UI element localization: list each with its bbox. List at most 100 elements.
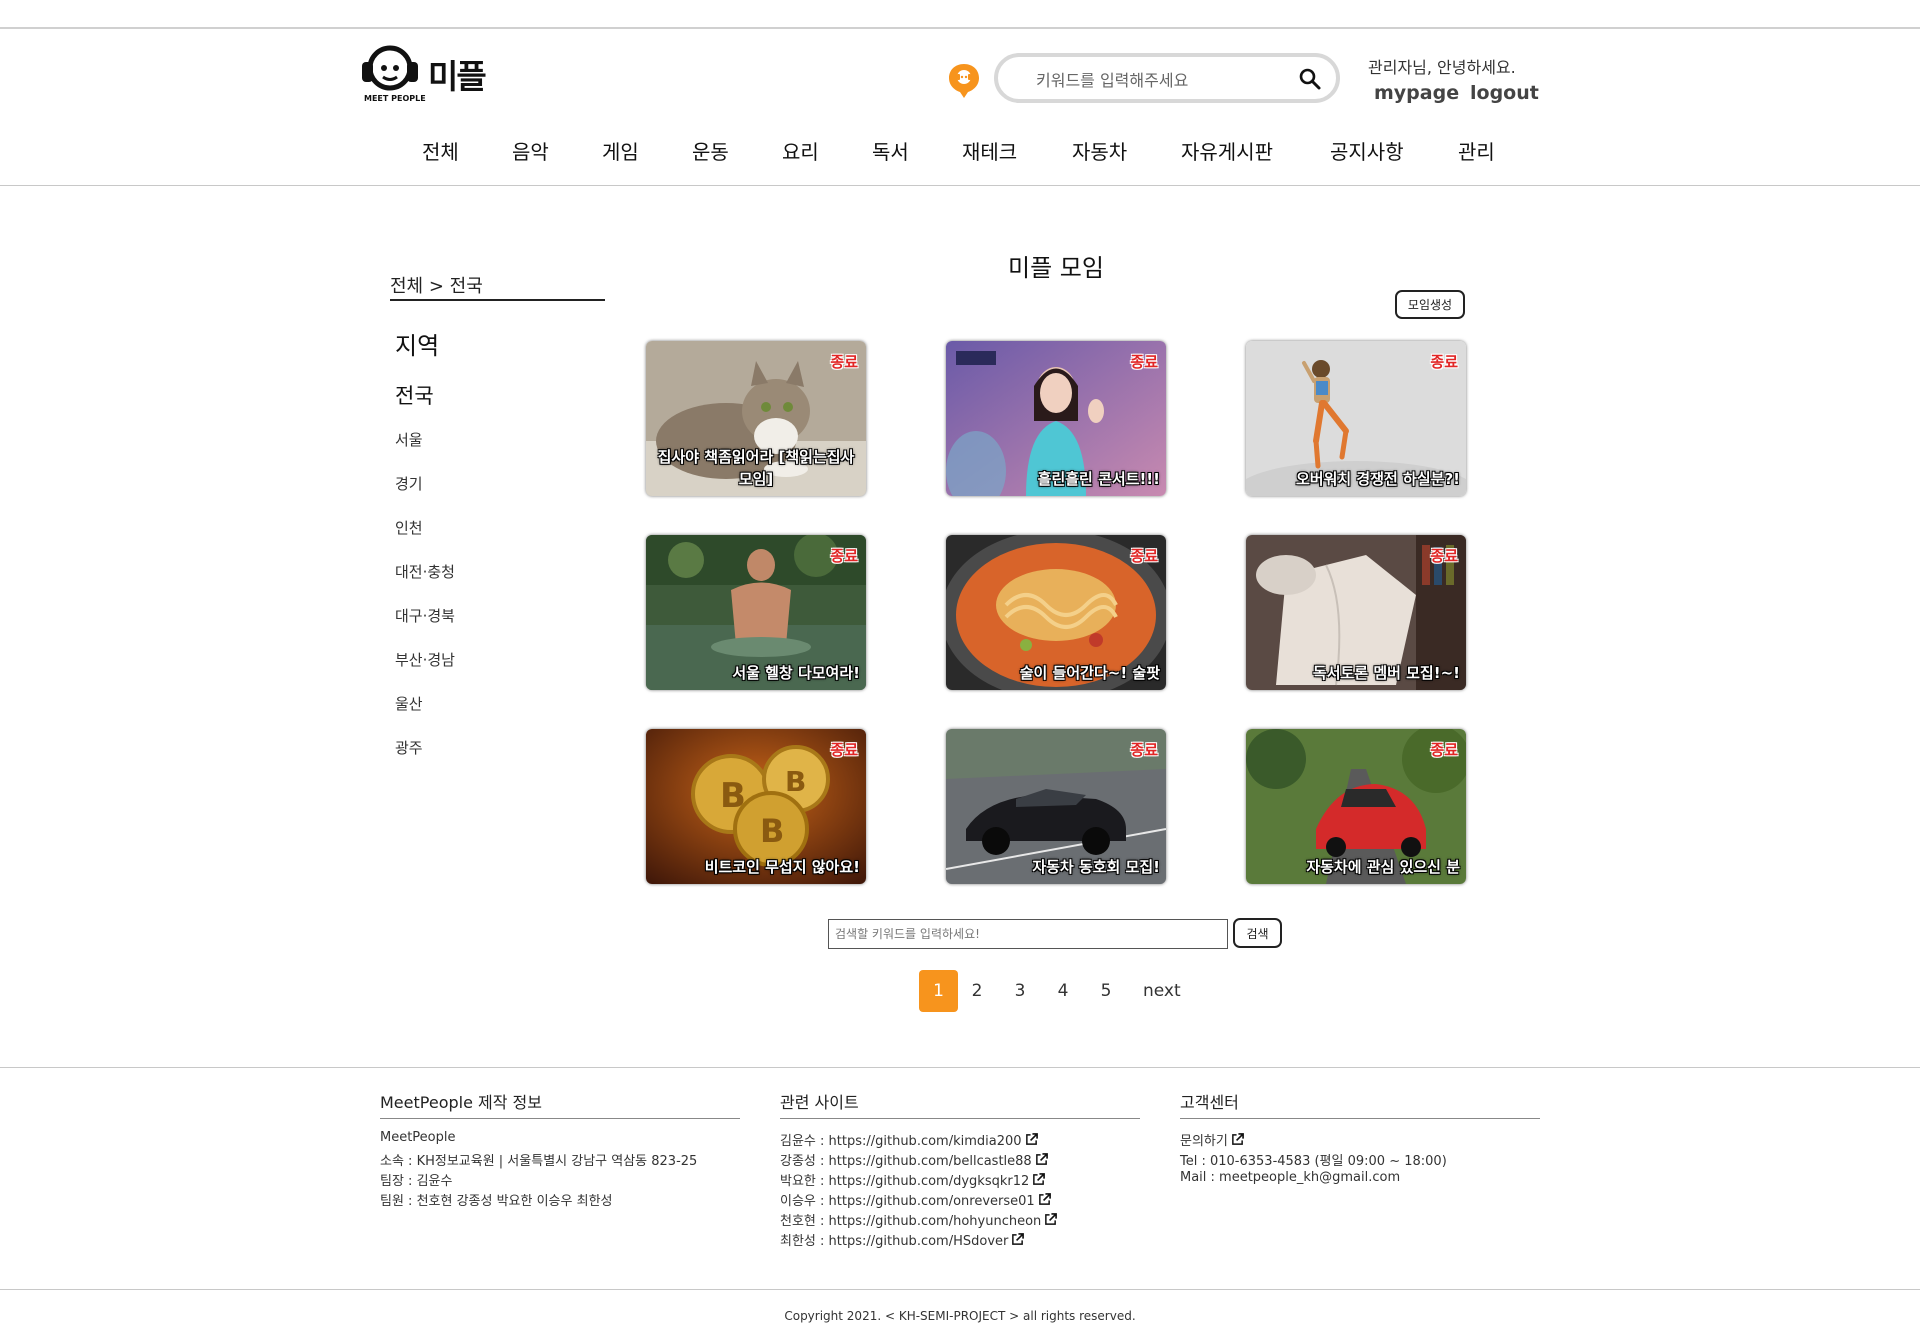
sidebar-item-busan[interactable]: 부산·경남	[395, 649, 455, 670]
breadcrumb: 전체 > 전국	[390, 276, 483, 297]
external-link-icon	[1035, 1153, 1048, 1165]
page-1[interactable]: 1	[919, 970, 958, 1012]
nav-car[interactable]: 자동차	[1072, 136, 1127, 165]
nav-music[interactable]: 음악	[512, 136, 549, 165]
card-title: 비트코인 무섭지 않아요!	[704, 858, 860, 876]
status-badge: 종료	[1130, 547, 1158, 565]
footer-support-rule	[1180, 1118, 1540, 1119]
contact-link[interactable]: 문의하기	[1180, 1130, 1244, 1149]
nav-notice[interactable]: 공지사항	[1330, 136, 1404, 165]
header-search[interactable]	[994, 53, 1340, 103]
external-link-icon	[1038, 1193, 1051, 1205]
footer-support-title: 고객센터	[1180, 1093, 1239, 1112]
sidebar-item-incheon[interactable]: 인천	[395, 517, 423, 538]
external-link-icon	[1231, 1133, 1244, 1145]
footer-sites-title: 관련 사이트	[780, 1093, 859, 1112]
github-link[interactable]: 최한성 : https://github.com/HSdover	[780, 1230, 1025, 1249]
svg-text:B: B	[785, 765, 806, 798]
keyword-search-input[interactable]	[828, 919, 1228, 949]
github-link[interactable]: 강종성 : https://github.com/bellcastle88	[780, 1150, 1048, 1169]
github-link[interactable]: 김윤수 : https://github.com/kimdia200	[780, 1130, 1038, 1149]
card-title: 서울 헬창 다모여라!	[732, 664, 860, 682]
meeting-card[interactable]: 종료 오버워치 경쟁전 하실분?!	[1246, 341, 1466, 496]
meeting-card[interactable]: 종료 독서토론 멤버 모집!~!	[1246, 535, 1466, 690]
svg-text:B: B	[760, 812, 784, 850]
github-link-label: 이승우 : https://github.com/onreverse01	[780, 1194, 1035, 1209]
card-title: 자동차에 관심 있으신 분	[1306, 858, 1460, 876]
status-badge: 종료	[1430, 353, 1458, 371]
sidebar-item-seoul[interactable]: 서울	[395, 429, 423, 450]
card-title: 자동차 동호회 모집!	[1032, 858, 1160, 876]
logout-link[interactable]: logout	[1470, 82, 1539, 104]
meeting-card[interactable]: 종료 술이 들어간다~! 술팟	[946, 535, 1166, 690]
github-link[interactable]: 이승우 : https://github.com/onreverse01	[780, 1190, 1051, 1209]
sidebar-item-daegu[interactable]: 대구·경북	[395, 605, 455, 626]
main-nav: 전체 음악 게임 운동 요리 독서 재테크 자동차 자유게시판 공지사항 관리	[0, 136, 1920, 166]
nav-all[interactable]: 전체	[422, 136, 459, 165]
footer-info-title: MeetPeople 제작 정보	[380, 1093, 542, 1112]
card-title: 독서토론 멤버 모집!~!	[1312, 664, 1460, 682]
status-badge: 종료	[1430, 547, 1458, 565]
meeting-card[interactable]: B B B 종료 비트코인 무섭지 않아요!	[646, 729, 866, 884]
nav-game[interactable]: 게임	[602, 136, 639, 165]
keyword-search-button[interactable]: 검색	[1233, 918, 1282, 948]
page-title: 미플 모임	[1008, 254, 1104, 282]
nav-sports[interactable]: 운동	[692, 136, 729, 165]
user-greeting: 관리자님, 안녕하세요.	[1368, 58, 1516, 77]
github-link-label: 강종성 : https://github.com/bellcastle88	[780, 1154, 1032, 1169]
nav-finance[interactable]: 재테크	[962, 136, 1017, 165]
nav-cooking[interactable]: 요리	[782, 136, 819, 165]
sidebar-title: 지역	[395, 332, 440, 360]
external-link-icon	[1045, 1213, 1058, 1225]
external-link-icon	[1025, 1133, 1038, 1145]
github-link[interactable]: 천호현 : https://github.com/hohyuncheon	[780, 1210, 1058, 1229]
site-logo[interactable]: 미플 MEET PEOPLE	[358, 44, 498, 106]
footer-info-line: 소속 : KH정보교육원 | 서울특별시 강남구 역삼동 823-25	[380, 1154, 698, 1169]
sidebar-item-gwangju[interactable]: 광주	[395, 737, 423, 758]
footer-info-line: 팀장 : 김윤수	[380, 1174, 453, 1189]
page-3[interactable]: 3	[1011, 970, 1029, 1012]
sidebar-item-gyeonggi[interactable]: 경기	[395, 473, 423, 494]
github-link-label: 천호현 : https://github.com/hohyuncheon	[780, 1214, 1042, 1229]
meeting-card[interactable]: 종료 서울 헬창 다모여라!	[646, 535, 866, 690]
sidebar-item-daejeon[interactable]: 대전·충청	[395, 561, 455, 582]
mypage-link[interactable]: mypage	[1374, 82, 1459, 104]
nav-admin[interactable]: 관리	[1458, 136, 1495, 165]
sidebar-item-nationwide[interactable]: 전국	[395, 380, 434, 410]
footer-bottom-divider	[0, 1289, 1920, 1290]
page-5[interactable]: 5	[1097, 970, 1115, 1012]
nav-free-board[interactable]: 자유게시판	[1181, 136, 1273, 165]
search-icon[interactable]	[1298, 67, 1322, 91]
status-badge: 종료	[1430, 741, 1458, 759]
copyright: Copyright 2021. < KH-SEMI-PROJECT > all …	[784, 1309, 1136, 1323]
card-title: 흘린흘린 콘서트!!!	[1037, 470, 1160, 488]
header-search-input[interactable]	[1034, 66, 1288, 94]
support-mail: Mail : meetpeople_kh@gmail.com	[1180, 1170, 1401, 1185]
top-divider	[0, 27, 1920, 29]
status-badge: 종료	[1130, 741, 1158, 759]
headphones-logo-icon	[362, 45, 418, 91]
card-title: 집사야 책좀읽어라 [책읽는집사모임]	[657, 448, 855, 488]
status-badge: 종료	[830, 741, 858, 759]
status-badge: 종료	[1130, 353, 1158, 371]
page-next[interactable]: next	[1143, 970, 1181, 1012]
meeting-card[interactable]: 종료 집사야 책좀읽어라 [책읽는집사모임]	[646, 341, 866, 496]
nav-reading[interactable]: 독서	[872, 136, 909, 165]
meeting-card[interactable]: 종료 자동차에 관심 있으신 분	[1246, 729, 1466, 884]
page-4[interactable]: 4	[1054, 970, 1072, 1012]
page-2[interactable]: 2	[968, 970, 986, 1012]
status-badge: 종료	[830, 353, 858, 371]
card-title: 술이 들어간다~! 술팟	[1019, 664, 1160, 682]
github-link-label: 김윤수 : https://github.com/kimdia200	[780, 1134, 1022, 1149]
meeting-card[interactable]: 종료 자동차 동호회 모집!	[946, 729, 1166, 884]
card-title: 오버워치 경쟁전 하실분?!	[1296, 470, 1460, 488]
header-divider	[0, 185, 1920, 186]
footer-divider	[0, 1067, 1920, 1068]
meeting-card[interactable]: 종료 흘린흘린 콘서트!!!	[946, 341, 1166, 496]
github-link[interactable]: 박요한 : https://github.com/dygksqkr12	[780, 1170, 1046, 1189]
create-meeting-button[interactable]: 모임생성	[1395, 290, 1465, 319]
footer-info-rule	[380, 1118, 740, 1119]
chat-bubble-icon[interactable]	[947, 62, 981, 100]
sidebar-item-ulsan[interactable]: 울산	[395, 693, 423, 714]
breadcrumb-underline	[390, 299, 605, 301]
